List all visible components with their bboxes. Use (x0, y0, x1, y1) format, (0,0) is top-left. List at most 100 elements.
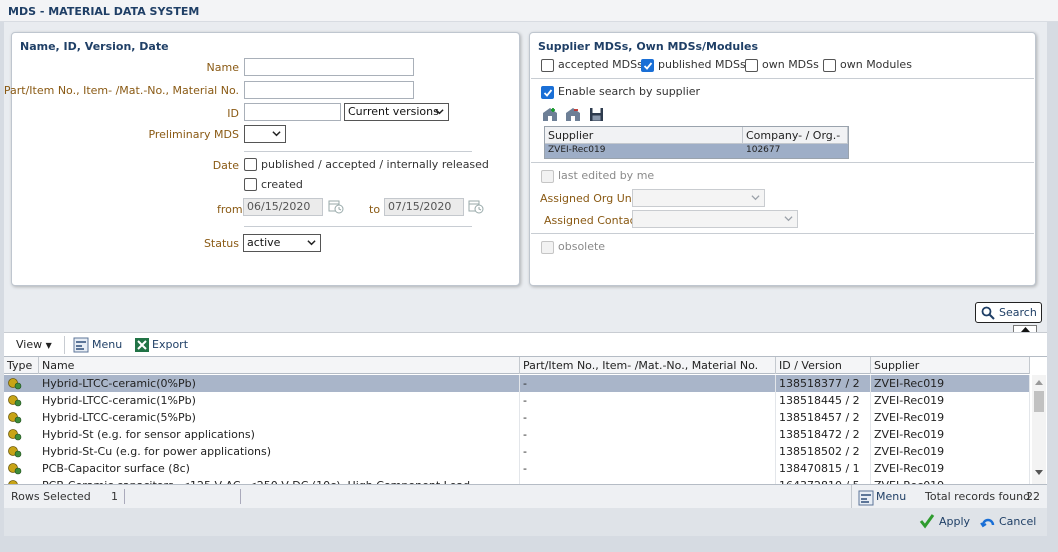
search-button[interactable]: Search (975, 302, 1042, 323)
vertical-scrollbar[interactable] (1032, 375, 1046, 484)
status-label: Status (203, 237, 239, 250)
chevron-down-icon (435, 109, 444, 115)
panel-title: Supplier MDSs, Own MDSs/Modules (538, 40, 759, 53)
assigned-org-select[interactable] (632, 189, 765, 207)
dialog-footer: Apply Cancel (4, 508, 1047, 536)
supplier-cell: ZVEI-Rec019 (871, 392, 1030, 409)
published-date-checkbox[interactable] (244, 158, 257, 171)
name-cell: Hybrid-St (e.g. for sensor applications) (39, 426, 520, 443)
id-label: ID (227, 107, 239, 120)
mds-type-icon (8, 378, 22, 390)
name-cell: Hybrid-St-Cu (e.g. for power application… (39, 443, 520, 460)
id-version-cell: 138518377 / 2 (776, 375, 871, 392)
export-button[interactable]: Export (152, 338, 188, 351)
id-input[interactable] (244, 103, 341, 121)
name-cell: PCB-Capacitor surface (8c) (39, 460, 520, 477)
table-row[interactable]: Hybrid-St-Cu (e.g. for power application… (4, 443, 1030, 460)
part-cell: - (520, 460, 776, 477)
name-cell: Hybrid-LTCC-ceramic(1%Pb) (39, 392, 520, 409)
id-version-column-header[interactable]: ID / Version (776, 357, 871, 374)
last-edited-checkbox[interactable] (541, 170, 554, 183)
company-id-column-header[interactable]: Company- / Org.-ID (743, 127, 848, 155)
company-id-cell[interactable]: 102677 (743, 144, 848, 158)
menu-icon (858, 490, 874, 506)
from-date-input[interactable]: 06/15/2020 (243, 198, 323, 216)
name-cell: Hybrid-LTCC-ceramic(0%Pb) (39, 375, 520, 392)
menu-button[interactable]: Menu (92, 338, 122, 351)
table-row[interactable]: Hybrid-LTCC-ceramic(1%Pb) -138518445 / 2Z… (4, 392, 1030, 409)
created-checkbox[interactable] (244, 178, 257, 191)
supplier-column-header[interactable]: Supplier (871, 357, 1030, 374)
divider (531, 162, 1034, 163)
name-id-version-panel: Name, ID, Version, Date Name Part/Item N… (4, 32, 520, 286)
table-row[interactable]: Hybrid-LTCC-ceramic(0%Pb) -138518377 / 2Z… (4, 375, 1030, 392)
table-row[interactable]: Hybrid-St (e.g. for sensor applications)… (4, 426, 1030, 443)
published-mdss-checkbox[interactable] (641, 59, 654, 72)
calendar-icon[interactable] (328, 198, 344, 214)
from-label: from (217, 203, 243, 216)
assigned-contact-label: Assigned Contact (544, 214, 641, 227)
table-row[interactable]: PCB-Ceramic capacitors, <125 V AC, <250 … (4, 477, 1030, 484)
add-supplier-icon[interactable] (542, 107, 558, 122)
enable-supplier-search-checkbox[interactable] (541, 86, 554, 99)
table-row[interactable]: PCB-Capacitor surface (8c) -138470815 / 1… (4, 460, 1030, 477)
own-modules-checkbox[interactable] (823, 59, 836, 72)
part-cell: - (520, 375, 776, 392)
name-column-header[interactable]: Name (39, 357, 520, 374)
scroll-down-icon[interactable] (1035, 470, 1043, 476)
apply-label: Apply (939, 515, 971, 528)
total-records-label: Total records found (925, 490, 1031, 503)
status-menu-button[interactable]: Menu (876, 490, 906, 503)
status-select[interactable]: active (243, 234, 321, 252)
date-label: Date (212, 159, 239, 172)
chevron-down-icon (784, 216, 793, 222)
assigned-org-label: Assigned Org Unit (540, 192, 640, 205)
supplier-cell: ZVEI-Rec019 (871, 409, 1030, 426)
id-version-cell: 164372810 / 5 (776, 477, 871, 484)
apply-button[interactable]: Apply (919, 513, 975, 531)
part-number-input[interactable] (244, 81, 414, 99)
cancel-button[interactable]: Cancel (980, 513, 1040, 531)
scroll-thumb[interactable] (1034, 391, 1044, 412)
divider (531, 233, 1034, 234)
toolbar-divider (64, 336, 65, 354)
published-mdss-label: published MDSs (658, 58, 746, 71)
type-column-header[interactable]: Type (4, 357, 39, 374)
name-label: Name (206, 61, 239, 74)
preliminary-select[interactable] (244, 125, 286, 143)
id-version-cell: 138470815 / 1 (776, 460, 871, 477)
enable-supplier-search-label: Enable search by supplier (558, 85, 701, 98)
part-column-header[interactable]: Part/Item No., Item- /Mat.-No., Material… (520, 357, 776, 374)
panel-title: Name, ID, Version, Date (20, 40, 169, 53)
collapse-handle[interactable] (1013, 325, 1037, 332)
supplier-cell[interactable]: ZVEI-Rec019 (545, 144, 743, 158)
id-version-cell: 138518445 / 2 (776, 392, 871, 409)
name-input[interactable] (244, 58, 414, 76)
search-button-label: Search (999, 306, 1037, 319)
to-date-input[interactable]: 07/15/2020 (384, 198, 464, 216)
to-label: to (369, 203, 381, 216)
supplier-column-header[interactable]: Supplier (545, 127, 743, 144)
obsolete-checkbox[interactable] (541, 241, 554, 254)
published-date-label: published / accepted / internally releas… (261, 158, 489, 171)
save-icon[interactable] (589, 107, 604, 122)
last-edited-label: last edited by me (558, 169, 655, 182)
version-select[interactable]: Current versions (344, 103, 449, 121)
assigned-contact-select[interactable] (632, 210, 798, 228)
grid-header: Type Name Part/Item No., Item- /Mat.-No.… (4, 357, 1030, 374)
window-title: MDS - MATERIAL DATA SYSTEM (0, 0, 1058, 22)
accepted-mdss-checkbox[interactable] (541, 59, 554, 72)
remove-supplier-icon[interactable] (565, 107, 581, 122)
undo-icon (980, 518, 995, 528)
obsolete-label: obsolete (558, 240, 606, 253)
calendar-icon[interactable] (468, 198, 484, 214)
magnifier-icon (981, 306, 995, 320)
supplier-cell: ZVEI-Rec019 (871, 460, 1030, 477)
own-mdss-checkbox[interactable] (745, 59, 758, 72)
own-mdss-label: own MDSs (762, 58, 819, 71)
scroll-up-icon[interactable] (1035, 379, 1043, 385)
mds-type-icon (8, 412, 22, 424)
status-divider (240, 489, 241, 504)
table-row[interactable]: Hybrid-LTCC-ceramic(5%Pb) -138518457 / 2Z… (4, 409, 1030, 426)
view-menu[interactable]: View ▼ (16, 338, 52, 351)
